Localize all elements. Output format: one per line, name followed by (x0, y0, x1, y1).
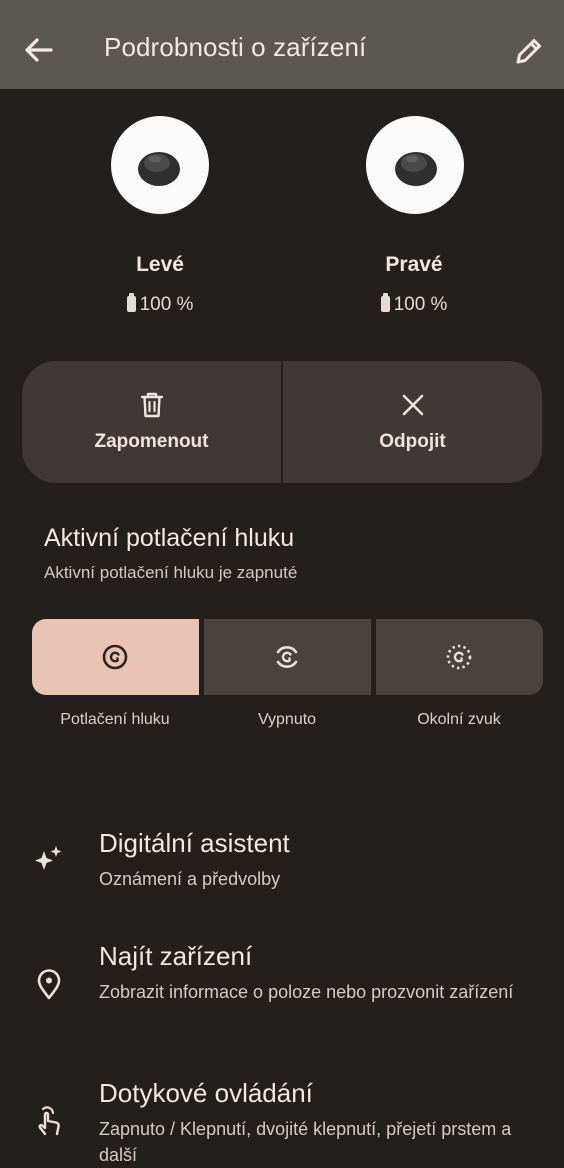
app-bar: Podrobnosti o zařízení (0, 0, 564, 89)
right-earbud-name: Pravé (385, 253, 443, 276)
settings-item-title: Najít zařízení (99, 941, 253, 971)
left-earbud-name: Levé (136, 253, 184, 276)
trash-icon (140, 392, 164, 418)
pencil-edit-icon[interactable] (512, 34, 546, 68)
noise-cancellation-icon (102, 644, 128, 670)
anc-option-off[interactable] (204, 619, 371, 695)
battery-icon (126, 293, 136, 312)
settings-item-title: Digitální asistent (99, 828, 290, 858)
sparkle-icon (35, 846, 62, 870)
right-earbud-image (366, 116, 464, 214)
left-earbud-image (111, 116, 209, 214)
disconnect-label: Odpojit (379, 431, 446, 452)
page-title: Podrobnosti o zařízení (104, 32, 367, 62)
left-battery-status: 100 % (80, 293, 240, 316)
anc-label-noise-cancellation: Potlačení hluku (60, 711, 170, 728)
right-battery-status: 100 % (334, 293, 494, 316)
right-battery-value: 100 % (393, 294, 448, 315)
settings-item-subtitle: Oznámení a předvolby (99, 869, 281, 889)
forget-label: Zapomenout (94, 431, 209, 452)
location-pin-icon (37, 969, 61, 1000)
anc-off-icon (276, 646, 298, 668)
forget-device-button[interactable]: Zapomenout (22, 361, 281, 483)
settings-item-subtitle: Zapnuto / Klepnutí, dvojité klepnutí, př… (99, 1119, 512, 1165)
anc-option-ambient[interactable] (376, 619, 543, 695)
disconnect-button[interactable]: Odpojit (283, 361, 542, 483)
anc-section-title: Aktivní potlačení hluku (44, 524, 295, 552)
anc-label-off: Vypnuto (257, 711, 317, 728)
touch-gesture-icon (38, 1106, 60, 1136)
device-actions-card: Zapomenout Odpojit (22, 361, 542, 483)
left-battery-value: 100 % (139, 294, 194, 315)
anc-option-noise-cancellation[interactable] (32, 619, 199, 695)
anc-label-ambient: Okolní zvuk (417, 711, 501, 728)
settings-item-subtitle: Zobrazit informace o poloze nebo prozvon… (99, 982, 514, 1002)
close-icon (402, 394, 424, 416)
ambient-sound-icon (446, 644, 472, 670)
earbud-icon (138, 152, 180, 186)
arrow-back-icon[interactable] (22, 33, 56, 67)
anc-section-subtitle: Aktivní potlačení hluku je zapnuté (44, 563, 298, 582)
earbud-icon (395, 152, 437, 186)
settings-item-title: Dotykové ovládání (99, 1078, 313, 1108)
battery-icon (380, 293, 390, 312)
